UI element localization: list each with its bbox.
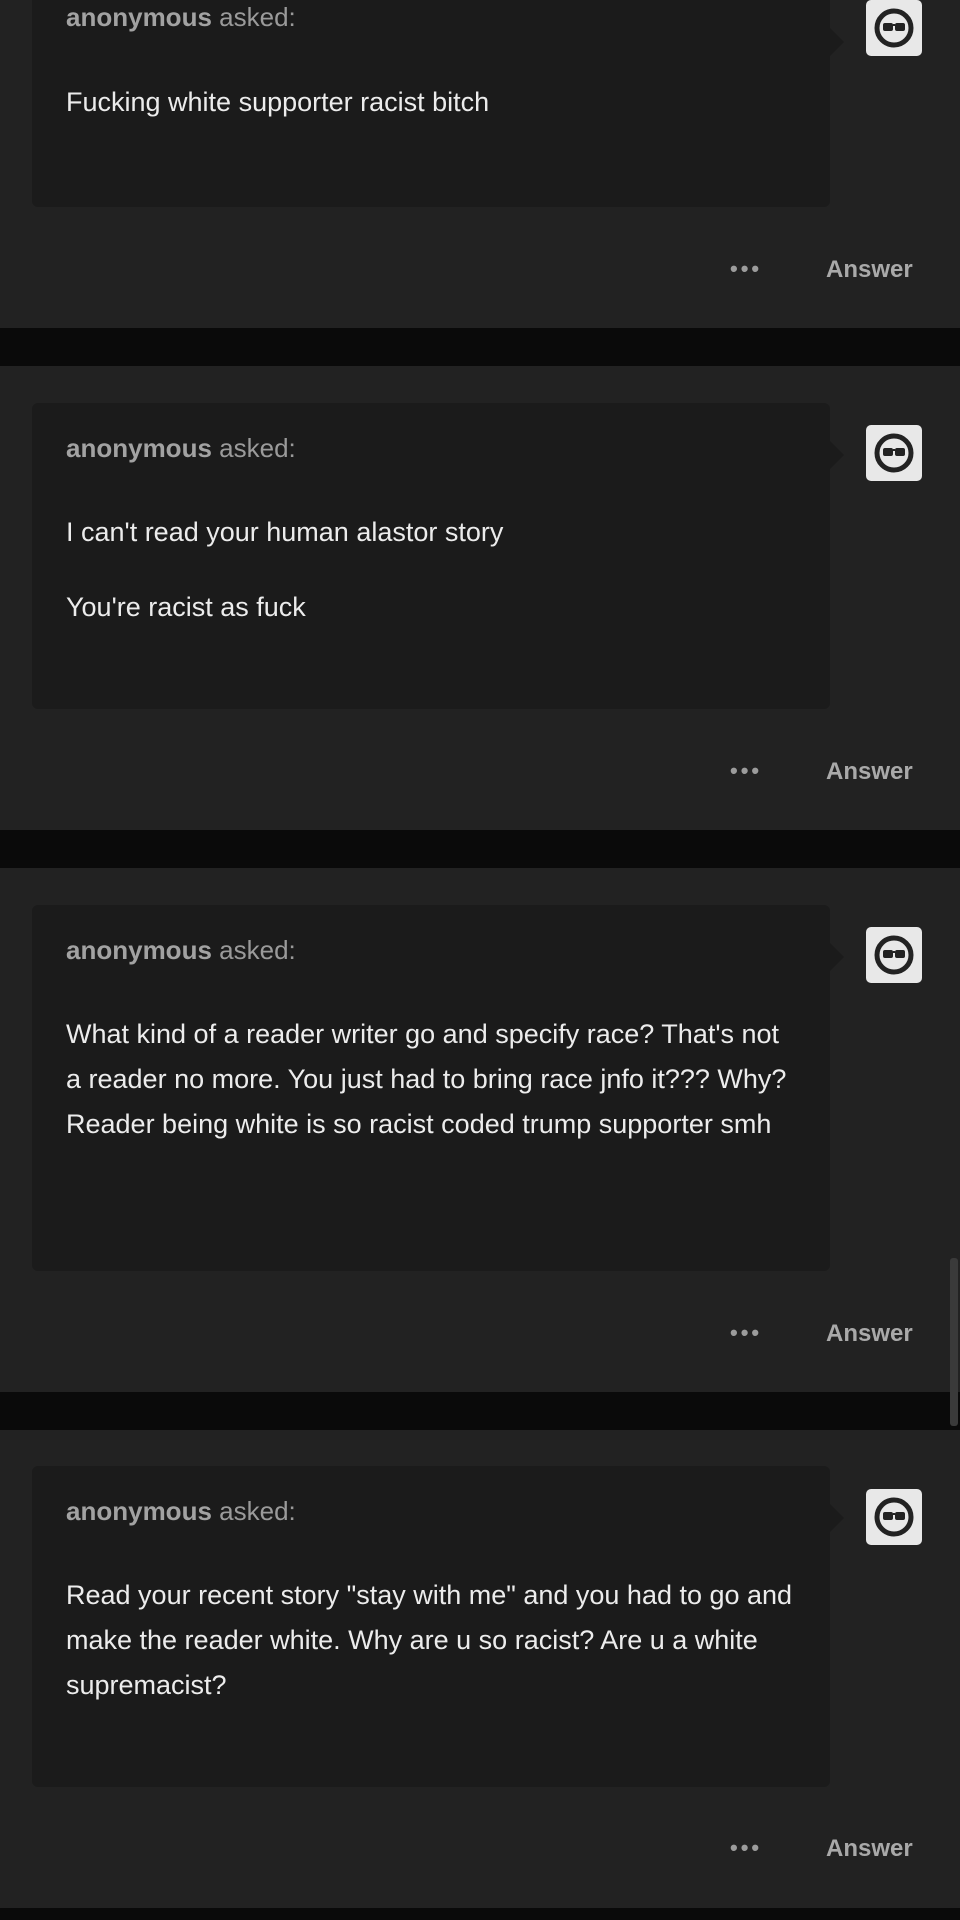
ask-bubble: anonymous asked: Read your recent story … bbox=[32, 1466, 844, 1787]
scrollbar-thumb[interactable] bbox=[950, 1258, 958, 1426]
question-text: What kind of a reader writer go and spec… bbox=[66, 1012, 796, 1147]
answer-button[interactable]: Answer bbox=[826, 758, 913, 786]
asker-line: anonymous asked: bbox=[66, 1496, 296, 1527]
ask-post: anonymous asked: I can't read your human… bbox=[0, 366, 960, 830]
question-text: I can't read your human alastor story Yo… bbox=[66, 510, 796, 630]
question-paragraph: What kind of a reader writer go and spec… bbox=[66, 1019, 787, 1139]
more-options-button[interactable]: ••• bbox=[730, 1320, 762, 1346]
ask-post: anonymous asked: Read your recent story … bbox=[0, 1430, 960, 1908]
more-options-button[interactable]: ••• bbox=[730, 1835, 762, 1861]
sunglasses-face-icon bbox=[874, 935, 914, 975]
sunglasses-face-icon bbox=[874, 433, 914, 473]
ask-bubble: anonymous asked: Fucking white supporter… bbox=[32, 0, 844, 207]
avatar[interactable] bbox=[866, 1489, 922, 1545]
asked-label: asked: bbox=[211, 2, 296, 32]
sunglasses-face-icon bbox=[874, 1497, 914, 1537]
more-options-button[interactable]: ••• bbox=[730, 758, 762, 784]
sunglasses-face-icon bbox=[874, 8, 914, 48]
more-options-button[interactable]: ••• bbox=[730, 256, 762, 282]
question-text: Read your recent story "stay with me" an… bbox=[66, 1573, 796, 1708]
asked-label: asked: bbox=[211, 433, 296, 463]
asker-line: anonymous asked: bbox=[66, 2, 296, 33]
avatar[interactable] bbox=[866, 0, 922, 56]
asker-name[interactable]: anonymous bbox=[66, 433, 212, 463]
ask-post: anonymous asked: Fucking white supporter… bbox=[0, 0, 960, 328]
ask-bubble: anonymous asked: What kind of a reader w… bbox=[32, 905, 844, 1271]
avatar[interactable] bbox=[866, 425, 922, 481]
asker-line: anonymous asked: bbox=[66, 935, 296, 966]
answer-button[interactable]: Answer bbox=[826, 1835, 913, 1863]
answer-button[interactable]: Answer bbox=[826, 1320, 913, 1348]
asked-label: asked: bbox=[211, 1496, 296, 1526]
question-paragraph: Read your recent story "stay with me" an… bbox=[66, 1580, 793, 1700]
asker-name[interactable]: anonymous bbox=[66, 2, 212, 32]
asker-name[interactable]: anonymous bbox=[66, 935, 212, 965]
asker-name[interactable]: anonymous bbox=[66, 1496, 212, 1526]
answer-button[interactable]: Answer bbox=[826, 256, 913, 284]
question-paragraph: Fucking white supporter racist bitch bbox=[66, 87, 490, 117]
question-text: Fucking white supporter racist bitch bbox=[66, 80, 796, 125]
asked-label: asked: bbox=[211, 935, 296, 965]
question-paragraph: I can't read your human alastor story bbox=[66, 517, 504, 547]
avatar[interactable] bbox=[866, 927, 922, 983]
question-paragraph: You're racist as fuck bbox=[66, 592, 306, 622]
asker-line: anonymous asked: bbox=[66, 433, 296, 464]
ask-post: anonymous asked: What kind of a reader w… bbox=[0, 868, 960, 1392]
ask-bubble: anonymous asked: I can't read your human… bbox=[32, 403, 844, 709]
